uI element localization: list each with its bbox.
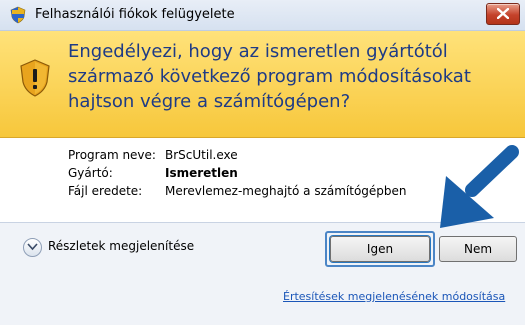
origin-label: Fájl eredete: [68, 184, 143, 198]
show-details-link[interactable]: Részletek megjelenítése [48, 239, 194, 253]
uac-shield-icon [10, 6, 26, 24]
yes-button[interactable]: Igen [330, 236, 430, 262]
notification-settings-link[interactable]: Értesítések megjelenésének módosítása [283, 290, 505, 303]
close-icon [497, 8, 509, 19]
publisher-value: Ismeretlen [165, 166, 238, 180]
uac-dialog: Felhasználói fiókok felügyelete Engedély… [0, 0, 525, 325]
banner-message: Engedélyezi, hogy az ismeretlen gyártótó… [68, 41, 471, 112]
close-button[interactable] [486, 3, 520, 25]
program-label: Program neve: [68, 148, 156, 162]
title-bar: Felhasználói fiókok felügyelete [0, 0, 525, 31]
no-button[interactable]: Nem [439, 236, 517, 262]
window-title: Felhasználói fiókok felügyelete [35, 7, 235, 22]
program-value: BrScUtil.exe [165, 148, 238, 162]
chevron-down-icon [27, 243, 38, 251]
origin-value: Merevlemez-meghajtó a számítógépben [165, 184, 407, 198]
show-details-toggle[interactable] [23, 238, 42, 257]
publisher-label: Gyártó: [68, 166, 113, 180]
warning-banner: Engedélyezi, hogy az ismeretlen gyártótó… [0, 31, 525, 138]
warning-shield-icon [20, 59, 50, 97]
